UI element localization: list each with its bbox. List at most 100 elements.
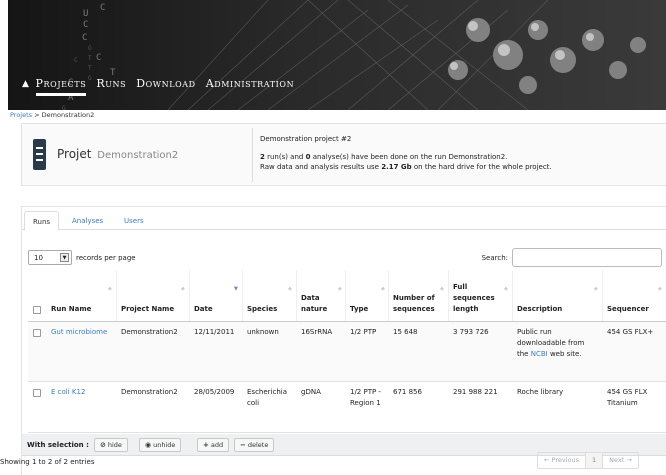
- records-per-page-select[interactable]: 10 ▼: [28, 250, 72, 265]
- project-disk-summary: Raw data and analysis results use 2.17 G…: [260, 162, 552, 172]
- svg-text:C: C: [74, 57, 78, 64]
- full-length-cell: 3 793 726: [453, 328, 489, 336]
- description-cell: Roche library: [517, 388, 564, 396]
- selection-label: With selection :: [27, 441, 89, 449]
- page-1-button[interactable]: 1: [585, 453, 604, 468]
- svg-text:C: C: [82, 33, 87, 43]
- project-title: Projet Demonstration2: [57, 147, 178, 161]
- breadcrumb-separator: >: [34, 111, 40, 119]
- sort-descending-icon: ▼: [234, 286, 238, 292]
- disk-text-1: Raw data and analysis results use: [260, 163, 382, 171]
- type-cell: 1/2 PTP: [350, 328, 377, 336]
- col-project-name[interactable]: Project Name: [121, 304, 174, 315]
- select-all-checkbox[interactable]: [33, 306, 41, 314]
- full-length-cell: 291 988 221: [453, 388, 498, 396]
- row-checkbox[interactable]: [33, 389, 41, 397]
- delete-label: delete: [247, 441, 269, 449]
- svg-text:C: C: [83, 20, 88, 30]
- project-description: Demonstration project #2: [260, 135, 352, 143]
- nav-administration[interactable]: Administration: [206, 77, 295, 90]
- previous-button[interactable]: ← Previous: [538, 453, 586, 468]
- nav-download[interactable]: Download: [136, 77, 195, 90]
- row-checkbox[interactable]: [33, 329, 41, 337]
- data-nature-cell: gDNA: [301, 388, 321, 396]
- col-description[interactable]: Description: [517, 304, 562, 315]
- col-type[interactable]: Type: [350, 304, 368, 315]
- hide-button[interactable]: ⊘ hide: [94, 438, 128, 452]
- tab-users[interactable]: Users: [124, 217, 144, 225]
- ncbi-link[interactable]: NCBI: [531, 350, 548, 358]
- project-header-panel: Projet Demonstration2 Demonstration proj…: [21, 123, 666, 186]
- col-sequencer[interactable]: Sequencer: [607, 304, 649, 315]
- banner-graphic: UCC CCA CT GTT GCG: [8, 0, 666, 110]
- run-name-link[interactable]: Gut microbiome: [51, 327, 107, 338]
- records-per-page: 10 ▼ records per page: [28, 250, 136, 265]
- home-icon[interactable]: ▲: [22, 79, 30, 89]
- svg-text:U: U: [83, 9, 88, 19]
- description-line-3: the NCBI web site.: [517, 349, 599, 360]
- hide-icon: ⊘: [100, 441, 106, 449]
- disk-value: 2.17 Gb: [381, 163, 412, 171]
- plus-icon: +: [203, 441, 209, 449]
- data-nature-cell: 16SrRNA: [301, 328, 333, 336]
- runs-table: Run Name ◆ Project Name ◆ Date ▼ Species…: [28, 271, 666, 433]
- tab-analyses[interactable]: Analyses: [72, 217, 103, 225]
- description-line-1: Public run: [517, 328, 552, 336]
- svg-text:C: C: [100, 3, 105, 13]
- svg-text:T: T: [88, 65, 92, 72]
- breadcrumb: Projets > Demonstration2: [10, 111, 94, 119]
- col-number-of-sequences[interactable]: Number of sequences: [393, 293, 445, 315]
- description-text: the: [517, 350, 531, 358]
- search-input[interactable]: [512, 248, 662, 267]
- sort-icon: ◆: [658, 286, 662, 292]
- col-species[interactable]: Species: [247, 304, 277, 315]
- runs-text-2: analyse(s) have been done on the run Dem…: [310, 153, 508, 161]
- svg-text:G: G: [88, 45, 92, 52]
- eye-icon: ◉: [145, 441, 152, 449]
- add-button[interactable]: + add: [197, 438, 230, 452]
- header-banner: UCC CCA CT GTT GCG ▲ Projects Runs Downl…: [8, 0, 666, 110]
- unhide-button[interactable]: ◉ unhide: [139, 438, 182, 452]
- sequencer-cell: 454 GS FLX Titanium: [607, 388, 648, 407]
- sort-icon: ◆: [108, 286, 112, 292]
- col-full-sequences-length[interactable]: Full sequences length: [453, 282, 499, 315]
- description-text-end: web site.: [547, 350, 582, 358]
- project-name-cell: Demonstration2: [121, 328, 178, 336]
- database-icon: [33, 139, 46, 170]
- species-cell: unknown: [247, 328, 279, 336]
- description-line-2: downloadable from: [517, 339, 585, 347]
- pagination: ← Previous 1 Next →: [537, 452, 639, 469]
- table-row: E coli K12 Demonstration2 28/05/2009 Esc…: [28, 382, 666, 433]
- sort-icon: ◆: [504, 286, 508, 292]
- active-underline: [35, 93, 87, 96]
- project-name: Demonstration2: [97, 150, 179, 161]
- nav-projects-label: Projects: [35, 77, 87, 90]
- date-cell: 28/05/2009: [194, 388, 235, 396]
- col-run-name[interactable]: Run Name: [51, 304, 91, 315]
- add-label: add: [210, 441, 224, 449]
- sort-icon: ◆: [181, 286, 185, 292]
- search-label: Search:: [481, 253, 508, 262]
- breadcrumb-projects-link[interactable]: Projets: [10, 111, 32, 119]
- project-name-cell: Demonstration2: [121, 388, 178, 396]
- next-button[interactable]: Next →: [603, 453, 638, 468]
- num-sequences-cell: 15 648: [393, 328, 418, 336]
- project-title-label: Projet: [57, 147, 92, 161]
- svg-text:T: T: [88, 55, 92, 62]
- records-per-page-value: 10: [34, 253, 43, 262]
- table-row: Gut microbiome Demonstration2 12/11/2011…: [28, 322, 666, 382]
- main-nav: ▲ Projects Runs Download Administration: [22, 77, 304, 96]
- sequencer-cell: 454 GS FLX+: [607, 328, 654, 336]
- nav-runs[interactable]: Runs: [96, 77, 126, 90]
- delete-button[interactable]: − delete: [234, 438, 275, 452]
- run-name-link[interactable]: E coli K12: [51, 387, 85, 398]
- sort-icon: ◆: [338, 286, 342, 292]
- disk-text-2: on the hard drive for the whole project.: [411, 163, 552, 171]
- sort-icon: ◆: [381, 286, 385, 292]
- svg-text:G: G: [62, 105, 66, 110]
- col-data-nature[interactable]: Data nature: [301, 293, 341, 315]
- unhide-label: unhide: [153, 441, 176, 449]
- nav-projects[interactable]: Projects: [35, 77, 87, 96]
- tab-runs[interactable]: Runs: [24, 211, 60, 231]
- col-date[interactable]: Date: [194, 304, 213, 315]
